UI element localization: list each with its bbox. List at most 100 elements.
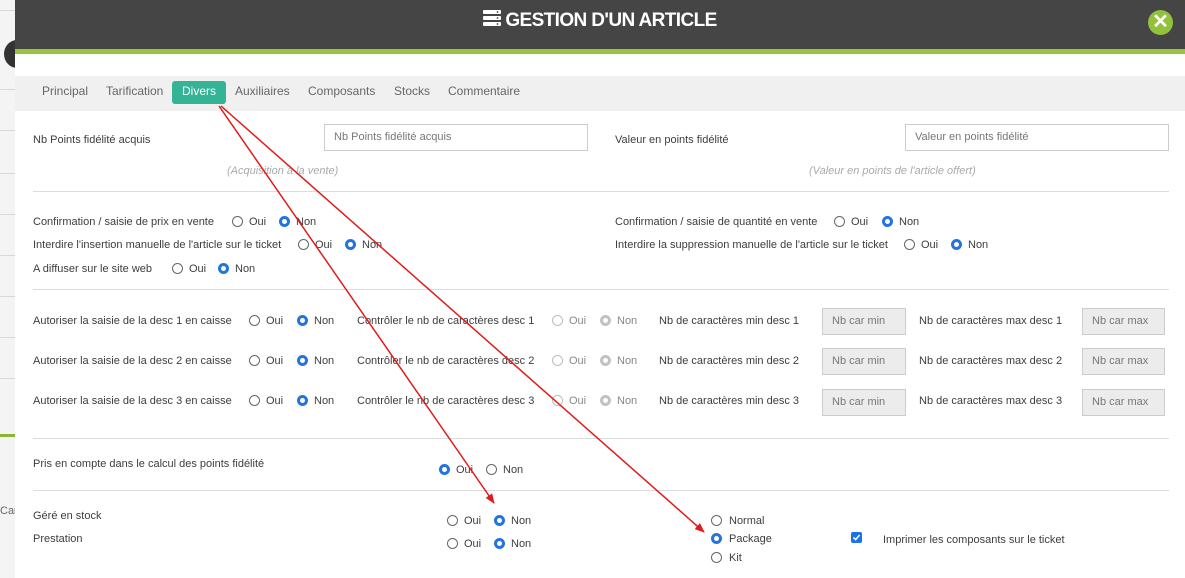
desc1-control-non-label: Non — [617, 315, 638, 327]
section-divider — [33, 191, 1169, 192]
section-divider — [33, 289, 1169, 290]
website-non-radio[interactable] — [218, 263, 229, 274]
desc2-control-oui-label: Oui — [569, 355, 587, 367]
desc2-control-non-radio[interactable] — [600, 355, 611, 366]
type-package-radio[interactable] — [711, 533, 722, 544]
forbid-delete-oui-radio[interactable] — [904, 239, 915, 250]
desc1-min-input[interactable]: Nb car min — [822, 308, 906, 335]
confirm-qty-non-radio[interactable] — [882, 216, 893, 227]
modal-title: GESTION D'UN ARTICLE — [15, 10, 1185, 32]
tab-bar: Principal Tarification Divers Auxiliaire… — [15, 76, 1185, 111]
type-package-label: Package — [729, 533, 772, 545]
desc1-control-non-radio[interactable] — [600, 315, 611, 326]
desc3-control-oui-radio[interactable] — [552, 395, 563, 406]
website-oui-radio[interactable] — [172, 263, 183, 274]
forbid-delete-non-label: Non — [968, 239, 989, 251]
desc3-allow-oui-radio[interactable] — [249, 395, 260, 406]
confirm-qty-oui-radio[interactable] — [834, 216, 845, 227]
forbid-delete-non-radio[interactable] — [951, 239, 962, 250]
header-accent-bar — [15, 49, 1185, 54]
points-hint: (Acquisition à la vente) — [227, 165, 339, 177]
modal-header: GESTION D'UN ARTICLE ✕ — [15, 0, 1185, 49]
tab-tarification[interactable]: Tarification — [101, 81, 168, 104]
desc2-min-input[interactable]: Nb car min — [822, 348, 906, 375]
background-divider — [0, 337, 16, 338]
stock-managed-oui-label: Oui — [464, 515, 482, 527]
desc2-allow-non-radio[interactable] — [297, 355, 308, 366]
desc3-max-input[interactable]: Nb car max — [1082, 389, 1165, 416]
background-divider — [0, 296, 16, 297]
desc3-allow-non-radio[interactable] — [297, 395, 308, 406]
desc1-allow-label: Autoriser la saisie de la desc 1 en cais… — [33, 315, 232, 327]
desc2-allow-oui-label: Oui — [266, 355, 284, 367]
desc2-max-label: Nb de caractères max desc 2 — [919, 355, 1063, 367]
background-divider — [0, 10, 16, 11]
forbid-insert-non-radio[interactable] — [345, 239, 356, 250]
points-input[interactable]: Nb Points fidélité acquis — [324, 124, 588, 151]
desc3-control-non-label: Non — [617, 395, 638, 407]
type-normal-radio[interactable] — [711, 515, 722, 526]
modal-title-text: GESTION D'UN ARTICLE — [505, 10, 717, 31]
forbid-insert-non-label: Non — [362, 239, 383, 251]
loyalty-oui-label: Oui — [456, 464, 474, 476]
tab-composants[interactable]: Composants — [303, 81, 380, 104]
value-input[interactable]: Valeur en points fidélité — [905, 124, 1169, 151]
stock-managed-label: Géré en stock — [33, 510, 102, 522]
service-non-label: Non — [511, 538, 532, 550]
desc1-control-oui-radio[interactable] — [552, 315, 563, 326]
tab-principal[interactable]: Principal — [37, 81, 93, 104]
value-hint: (Valeur en points de l'article offert) — [809, 165, 976, 177]
confirm-price-label: Confirmation / saisie de prix en vente — [33, 216, 214, 228]
forbid-delete-label: Interdire la suppression manuelle de l'a… — [615, 239, 888, 251]
stock-managed-non-label: Non — [511, 515, 532, 527]
desc3-control-label: Contrôler le nb de caractères desc 3 — [357, 395, 535, 407]
confirm-price-non-label: Non — [296, 216, 317, 228]
loyalty-non-label: Non — [503, 464, 524, 476]
loyalty-non-radio[interactable] — [486, 464, 497, 475]
type-normal-label: Normal — [729, 515, 765, 527]
desc3-control-non-radio[interactable] — [600, 395, 611, 406]
forbid-insert-oui-radio[interactable] — [298, 239, 309, 250]
background-divider — [0, 173, 16, 174]
confirm-qty-label: Confirmation / saisie de quantité en ven… — [615, 216, 818, 228]
desc1-allow-oui-label: Oui — [266, 315, 284, 327]
close-icon[interactable]: ✕ — [1148, 10, 1173, 35]
section-divider — [33, 438, 1169, 439]
checkmark-icon — [852, 534, 861, 541]
stock-managed-oui-radio[interactable] — [447, 515, 458, 526]
confirm-price-oui-radio[interactable] — [232, 216, 243, 227]
section-divider — [33, 490, 1169, 491]
points-label: Nb Points fidélité acquis — [33, 134, 151, 146]
desc1-max-input[interactable]: Nb car max — [1082, 308, 1165, 335]
website-non-label: Non — [235, 263, 256, 275]
print-components-checkbox[interactable] — [851, 532, 862, 543]
type-kit-label: Kit — [729, 552, 742, 564]
desc2-allow-label: Autoriser la saisie de la desc 2 en cais… — [33, 355, 232, 367]
tab-stocks[interactable]: Stocks — [389, 81, 435, 104]
tab-auxiliaires[interactable]: Auxiliaires — [230, 81, 295, 104]
background-divider — [0, 255, 16, 256]
desc1-allow-oui-radio[interactable] — [249, 315, 260, 326]
background-divider — [0, 89, 16, 90]
desc2-allow-oui-radio[interactable] — [249, 355, 260, 366]
stock-managed-non-radio[interactable] — [494, 515, 505, 526]
tab-divers[interactable]: Divers — [172, 81, 227, 104]
print-components-label: Imprimer les composants sur le ticket — [883, 534, 1065, 546]
service-oui-radio[interactable] — [447, 538, 458, 549]
confirm-price-non-radio[interactable] — [279, 216, 290, 227]
database-icon — [483, 10, 502, 27]
desc2-min-label: Nb de caractères min desc 2 — [659, 355, 800, 367]
desc1-allow-non-radio[interactable] — [297, 315, 308, 326]
desc3-allow-non-label: Non — [314, 395, 335, 407]
type-kit-radio[interactable] — [711, 552, 722, 563]
desc2-control-non-label: Non — [617, 355, 638, 367]
desc2-control-oui-radio[interactable] — [552, 355, 563, 366]
tab-commentaire[interactable]: Commentaire — [443, 81, 525, 104]
desc2-max-input[interactable]: Nb car max — [1082, 348, 1165, 375]
desc1-control-oui-label: Oui — [569, 315, 587, 327]
loyalty-oui-radio[interactable] — [439, 464, 450, 475]
loyalty-label: Pris en compte dans le calcul des points… — [33, 458, 265, 470]
desc3-min-input[interactable]: Nb car min — [822, 389, 906, 416]
service-non-radio[interactable] — [494, 538, 505, 549]
value-label: Valeur en points fidélité — [615, 134, 729, 146]
